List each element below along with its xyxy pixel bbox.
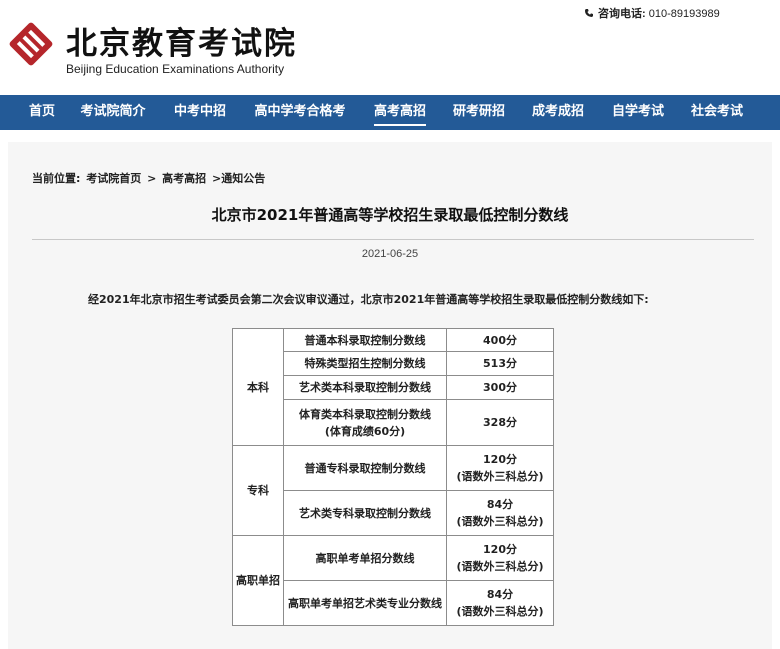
score-note: (语数外三科总分) [456, 605, 544, 618]
breadcrumb-label: 当前位置: [32, 172, 81, 185]
item-cell: 体育类本科录取控制分数线 (体育成绩60分) [283, 399, 447, 446]
score-value: 84分 [486, 588, 514, 601]
title-divider [32, 239, 754, 240]
score-note: (语数外三科总分) [456, 470, 544, 483]
item-cell: 艺术类专科录取控制分数线 [283, 490, 447, 536]
nav-item-yankao[interactable]: 研考研招 [453, 95, 505, 130]
nav-item-xuekao[interactable]: 高中学考合格考 [254, 95, 345, 130]
score-cell: 84分 (语数外三科总分) [446, 490, 554, 536]
article-date: 2021-06-25 [361, 248, 419, 260]
article-intro: 经2021年北京市招生考试委员会第二次会议审议通过，北京市2021年普通高等学校… [88, 293, 649, 306]
breadcrumb-separator: > [147, 172, 157, 185]
score-cell: 84分 (语数外三科总分) [446, 580, 554, 626]
table-row: 高职单招 高职单考单招分数线 120分 (语数外三科总分) [232, 535, 554, 626]
nav-item-gaokao[interactable]: 高考高招 [373, 95, 427, 126]
category-cell: 本科 [232, 328, 284, 446]
nav-item-shehui[interactable]: 社会考试 [691, 95, 743, 130]
nav-item-about[interactable]: 考试院简介 [80, 95, 145, 130]
item-name: 体育类本科录取控制分数线 [299, 407, 431, 421]
item-cell: 特殊类型招生控制分数线 [283, 351, 447, 376]
breadcrumb-link-home[interactable]: 考试院首页 [86, 172, 141, 185]
table-row: 专科 普通专科录取控制分数线 120分 (语数外三科总分) [232, 445, 554, 536]
logo-title-cn[interactable]: 北京教育考试院 [66, 18, 297, 63]
nav-item-zhongkao[interactable]: 中考中招 [174, 95, 226, 130]
item-cell: 普通本科录取控制分数线 [283, 328, 447, 352]
category-cell: 高职单招 [232, 535, 284, 626]
hotline-number: 010-89193989 [648, 8, 720, 20]
score-cell: 300分 [446, 375, 554, 400]
item-cell: 艺术类本科录取控制分数线 [283, 375, 447, 400]
hotline: 咨询电话: 010-89193989 [584, 5, 720, 21]
breadcrumb-link-notice[interactable]: >通知公告 [212, 172, 265, 185]
item-cell: 高职单考单招艺术类专业分数线 [283, 580, 447, 626]
score-table: 本科 普通本科录取控制分数线 400分 特殊类型招生控制分数线 513分 艺术类… [232, 328, 554, 626]
nav-item-chengkao[interactable]: 成考成招 [532, 95, 584, 130]
logo-icon[interactable] [6, 20, 56, 68]
nav-item-zixue[interactable]: 自学考试 [612, 95, 664, 130]
hotline-label: 咨询电话: [598, 8, 646, 20]
score-cell: 513分 [446, 351, 554, 376]
nav-item-home[interactable]: 首页 [29, 95, 55, 130]
category-cell: 专科 [232, 445, 284, 536]
score-value: 120分 [483, 453, 517, 466]
phone-icon [585, 9, 593, 17]
score-cell: 120分 (语数外三科总分) [446, 445, 554, 491]
breadcrumb: 当前位置: 考试院首页 > 高考高招 >通知公告 [32, 170, 267, 186]
score-cell: 120分 (语数外三科总分) [446, 535, 554, 581]
item-note: (体育成绩60分) [324, 424, 406, 438]
logo-title-en: Beijing Education Examinations Authority [66, 62, 285, 76]
score-cell: 328分 [446, 399, 554, 446]
score-note: (语数外三科总分) [456, 515, 544, 528]
site-header: 北京教育考试院 Beijing Education Examinations A… [0, 0, 780, 94]
score-value: 120分 [483, 543, 517, 556]
main-nav: 首页 考试院简介 中考中招 高中学考合格考 高考高招 研考研招 成考成招 自学考… [0, 95, 780, 130]
table-row: 本科 普通本科录取控制分数线 400分 [232, 328, 554, 446]
score-note: (语数外三科总分) [456, 560, 544, 573]
item-cell: 普通专科录取控制分数线 [283, 445, 447, 491]
breadcrumb-link-gaokao[interactable]: 高考高招 [162, 172, 206, 185]
score-cell: 400分 [446, 328, 554, 352]
article-title: 北京市2021年普通高等学校招生录取最低控制分数线 [211, 206, 569, 224]
item-cell: 高职单考单招分数线 [283, 535, 447, 581]
score-value: 84分 [486, 498, 514, 511]
